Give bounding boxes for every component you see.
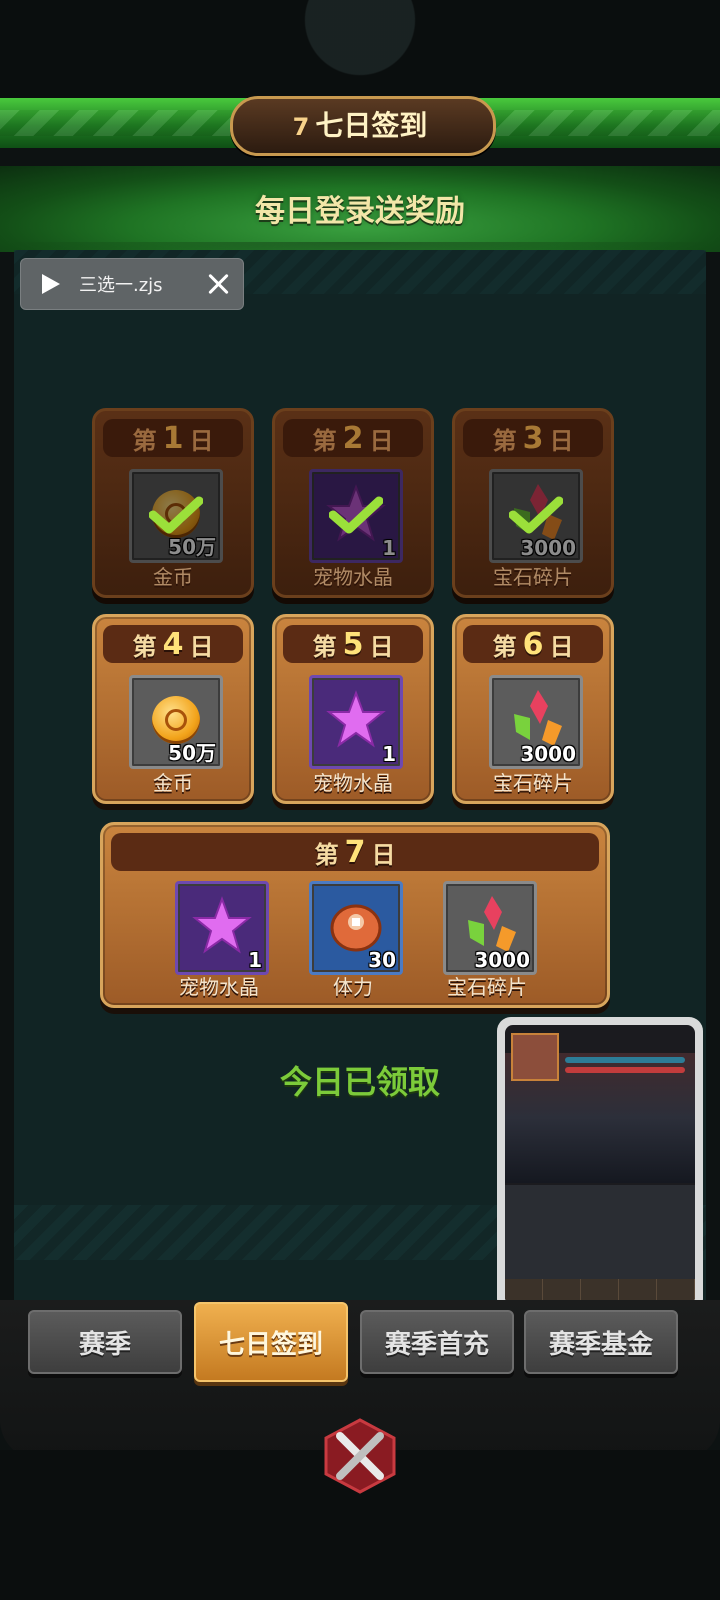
day-prefix: 第 (132, 426, 157, 455)
day-prefix: 第 (312, 632, 337, 661)
page-title: 7 七日签到 (230, 104, 490, 144)
tab-label: 赛季首充 (384, 1329, 489, 1360)
reward-slot: 3000 (443, 881, 537, 975)
day-card-1[interactable]: 第1日 50万 金币 (92, 408, 254, 598)
day-number: 7 (344, 834, 366, 870)
reward-slot: 30 (309, 881, 403, 975)
day-header: 第6日 (463, 625, 603, 663)
reward-quantity: 1 (248, 948, 262, 972)
day-header: 第5日 (283, 625, 423, 663)
day-card-3[interactable]: 第3日 3000 宝石碎片 (452, 408, 614, 598)
page-title-text: 七日签到 (315, 109, 428, 142)
tab-season-first-recharge[interactable]: 赛季首充 (360, 1310, 514, 1374)
toast-filename: 三选一.zjs (79, 275, 163, 296)
tab-label: 七日签到 (218, 1329, 323, 1360)
day-number: 2 (342, 420, 364, 456)
reward-slot: 50万 (129, 675, 223, 769)
reward-slot: 1 (309, 675, 403, 769)
reward-quantity: 3000 (474, 948, 530, 972)
reward-label: 宝石碎片 (493, 771, 573, 795)
tab-season[interactable]: 赛季 (28, 1310, 182, 1374)
day-prefix: 第 (492, 426, 517, 455)
day-suffix: 日 (189, 426, 214, 455)
subtitle: 每日登录送奖励 (255, 194, 465, 229)
day-suffix: 日 (371, 840, 396, 869)
preview-health-bar (565, 1067, 685, 1073)
reward-slot: 3000 (489, 675, 583, 769)
reward-label: 金币 (153, 565, 193, 589)
day-number: 3 (522, 420, 544, 456)
day-suffix: 日 (549, 426, 574, 455)
preview-avatar (511, 1033, 559, 1081)
day-card-7[interactable]: 第7日 1 宠物水晶 30 体力 3000 宝石碎片 (100, 822, 610, 1008)
tab-seven-day-checkin[interactable]: 七日签到 (194, 1302, 348, 1382)
check-icon (509, 496, 563, 534)
day-suffix: 日 (369, 632, 394, 661)
reward-quantity: 3000 (520, 742, 576, 766)
day-header: 第2日 (283, 419, 423, 457)
tab-label: 赛季基金 (548, 1329, 653, 1360)
reward-label: 宠物水晶 (313, 771, 393, 795)
day-prefix: 第 (312, 426, 337, 455)
day-suffix: 日 (549, 632, 574, 661)
day-number: 4 (162, 626, 184, 662)
day-header: 第4日 (103, 625, 243, 663)
day-header: 第1日 (103, 419, 243, 457)
day-prefix: 第 (132, 632, 157, 661)
preview-content (505, 1025, 695, 1305)
check-icon (149, 496, 203, 534)
reward-label: 宝石碎片 (447, 975, 527, 999)
close-icon[interactable] (207, 273, 229, 295)
day-card-5[interactable]: 第5日 1 宠物水晶 (272, 614, 434, 804)
reward-quantity: 30 (368, 948, 396, 972)
reward-label: 宠物水晶 (313, 565, 393, 589)
reward-label: 金币 (153, 771, 193, 795)
reward-quantity: 3000 (520, 536, 576, 560)
day-suffix: 日 (369, 426, 394, 455)
day-prefix: 第 (314, 840, 339, 869)
stamina-meat-icon (330, 904, 382, 952)
day-card-2[interactable]: 第2日 1 宠物水晶 (272, 408, 434, 598)
day-number: 6 (522, 626, 544, 662)
script-toast[interactable]: 三选一.zjs (20, 258, 244, 310)
day-number: 1 (162, 420, 184, 456)
tab-label: 赛季 (78, 1329, 131, 1360)
check-icon (329, 496, 383, 534)
pet-crystal-icon (192, 896, 252, 954)
preview-mana-bar (565, 1057, 685, 1063)
reward-quantity: 1 (382, 742, 396, 766)
top-decoration (0, 0, 720, 100)
day-suffix: 日 (189, 632, 214, 661)
reward-quantity: 50万 (168, 741, 216, 765)
day-number: 5 (342, 626, 364, 662)
play-icon[interactable] (39, 273, 61, 295)
day-card-4[interactable]: 第4日 50万 金币 (92, 614, 254, 804)
tab-season-fund[interactable]: 赛季基金 (524, 1310, 678, 1374)
day-prefix: 第 (492, 632, 517, 661)
day-card-6[interactable]: 第6日 3000 宝石碎片 (452, 614, 614, 804)
pet-crystal-icon (326, 690, 386, 748)
close-emblem-icon[interactable] (322, 1418, 398, 1494)
reward-label: 宝石碎片 (493, 565, 573, 589)
reward-slot: 1 (175, 881, 269, 975)
seven-badge-icon: 7 (292, 113, 310, 141)
floating-preview-window[interactable] (497, 1017, 703, 1313)
day-header: 第7日 (111, 833, 599, 871)
reward-quantity: 50万 (168, 535, 216, 559)
reward-quantity: 1 (382, 536, 396, 560)
day-header: 第3日 (463, 419, 603, 457)
